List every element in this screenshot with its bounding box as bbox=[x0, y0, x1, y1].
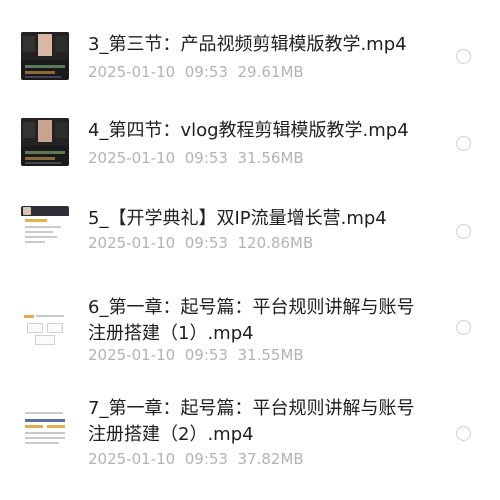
select-radio[interactable] bbox=[456, 136, 471, 151]
select-radio[interactable] bbox=[456, 49, 471, 64]
file-time: 09:53 bbox=[184, 234, 228, 252]
file-meta: 2025-01-10 09:53 120.86MB bbox=[88, 234, 313, 252]
list-item[interactable]: 4_第四节：vlog教程剪辑模版教学.mp4 2025-01-10 09:53 … bbox=[0, 100, 500, 192]
file-date: 2025-01-10 bbox=[88, 346, 176, 364]
file-name: 6_第一章：起号篇：平台规则讲解与账号 注册搭建（1）.mp4 bbox=[88, 295, 438, 347]
list-item[interactable]: 3_第三节：产品视频剪辑模版教学.mp4 2025-01-10 09:53 29… bbox=[0, 0, 500, 100]
file-name: 5_【开学典礼】双IP流量增长营.mp4 bbox=[88, 208, 387, 229]
file-date: 2025-01-10 bbox=[88, 63, 176, 81]
file-name-line-2: 注册搭建（2）.mp4 bbox=[88, 424, 254, 445]
list-item[interactable]: 5_【开学典礼】双IP流量增长营.mp4 2025-01-10 09:53 12… bbox=[0, 192, 500, 282]
file-meta: 2025-01-10 09:53 29.61MB bbox=[88, 63, 304, 81]
file-name: 7_第一章：起号篇：平台规则讲解与账号 注册搭建（2）.mp4 bbox=[88, 396, 438, 448]
file-date: 2025-01-10 bbox=[88, 450, 176, 468]
video-thumbnail bbox=[21, 118, 69, 166]
select-radio[interactable] bbox=[456, 224, 471, 239]
select-radio[interactable] bbox=[456, 426, 471, 441]
file-time: 09:53 bbox=[184, 346, 228, 364]
file-time: 09:53 bbox=[184, 149, 228, 167]
file-size: 31.55MB bbox=[237, 346, 304, 364]
file-date: 2025-01-10 bbox=[88, 149, 176, 167]
file-name-line-1: 6_第一章：起号篇：平台规则讲解与账号 bbox=[88, 297, 415, 318]
slide-thumbnail bbox=[21, 406, 69, 454]
file-name: 3_第三节：产品视频剪辑模版教学.mp4 bbox=[88, 34, 407, 55]
file-name-line-1: 7_第一章：起号篇：平台规则讲解与账号 bbox=[88, 398, 415, 419]
slide-thumbnail bbox=[21, 206, 69, 254]
file-size: 37.82MB bbox=[237, 450, 304, 468]
file-meta: 2025-01-10 09:53 31.56MB bbox=[88, 149, 304, 167]
file-size: 31.56MB bbox=[237, 149, 304, 167]
select-radio[interactable] bbox=[456, 320, 471, 335]
file-size: 29.61MB bbox=[237, 63, 304, 81]
file-name: 4_第四节：vlog教程剪辑模版教学.mp4 bbox=[88, 120, 409, 141]
list-item[interactable]: 6_第一章：起号篇：平台规则讲解与账号 注册搭建（1）.mp4 2025-01-… bbox=[0, 282, 500, 382]
file-time: 09:53 bbox=[184, 63, 228, 81]
slide-thumbnail bbox=[21, 303, 69, 351]
file-time: 09:53 bbox=[184, 450, 228, 468]
file-name-line-2: 注册搭建（1）.mp4 bbox=[88, 323, 254, 344]
list-item[interactable]: 7_第一章：起号篇：平台规则讲解与账号 注册搭建（2）.mp4 2025-01-… bbox=[0, 382, 500, 500]
video-thumbnail bbox=[21, 32, 69, 80]
file-date: 2025-01-10 bbox=[88, 234, 176, 252]
file-meta: 2025-01-10 09:53 37.82MB bbox=[88, 450, 304, 468]
file-meta: 2025-01-10 09:53 31.55MB bbox=[88, 346, 304, 364]
file-size: 120.86MB bbox=[237, 234, 314, 252]
